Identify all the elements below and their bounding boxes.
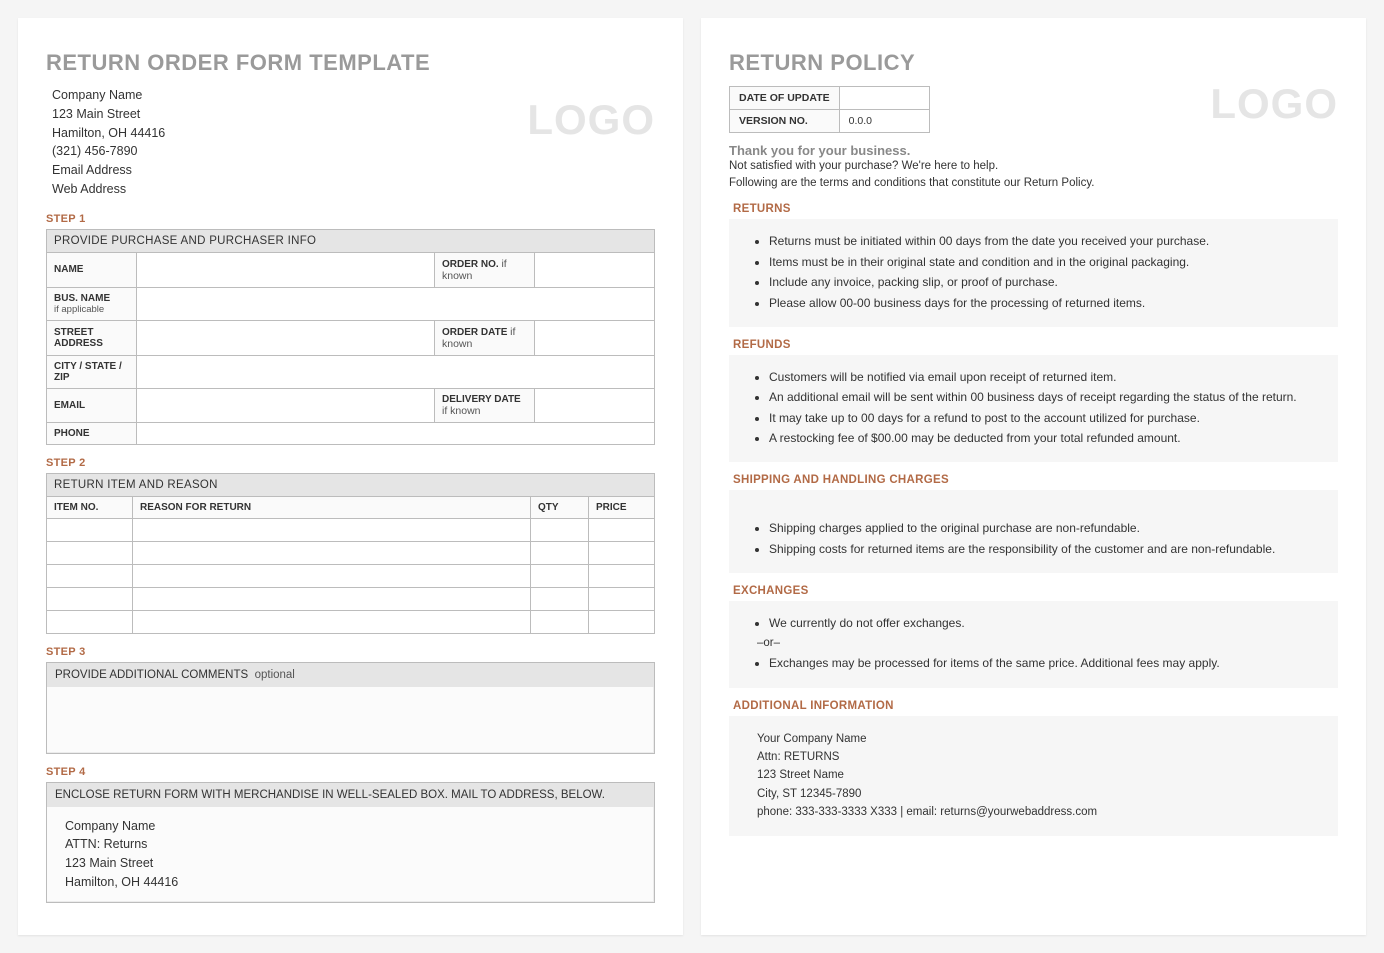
order-no-label: ORDER NO. if known: [435, 252, 535, 287]
list-item: Items must be in their original state an…: [769, 252, 1322, 272]
return-policy-page: RETURN POLICY LOGO DATE OF UPDATE VERSIO…: [701, 18, 1366, 935]
company-phone: (321) 456-7890: [52, 142, 655, 161]
order-no-input[interactable]: [535, 252, 655, 287]
refunds-block: Customers will be notified via email upo…: [729, 355, 1338, 463]
list-item: Please allow 00-00 business days for the…: [769, 293, 1322, 313]
page-title: RETURN POLICY: [729, 50, 1338, 76]
col-qty: QTY: [531, 496, 589, 518]
policy-meta-table: DATE OF UPDATE VERSION NO. 0.0.0: [729, 86, 930, 133]
list-item: An additional email will be sent within …: [769, 387, 1322, 407]
bus-name-label: BUS. NAMEif applicable: [47, 287, 137, 320]
date-of-update-value[interactable]: [839, 87, 929, 110]
street-label: STREET ADDRESS: [47, 320, 137, 355]
addl-line: phone: 333-333-3333 X333 | email: return…: [757, 803, 1310, 821]
exchanges-block: We currently do not offer exchanges. –or…: [729, 601, 1338, 687]
col-reason: REASON FOR RETURN: [133, 496, 531, 518]
company-web: Web Address: [52, 180, 655, 199]
version-no-label: VERSION NO.: [730, 110, 840, 133]
item-row[interactable]: [47, 610, 655, 633]
name-input[interactable]: [137, 252, 435, 287]
step-2-label: STEP 2: [46, 457, 655, 469]
comments-box: PROVIDE ADDITIONAL COMMENTS optional: [46, 662, 655, 754]
intro-text: Not satisfied with your purchase? We're …: [729, 158, 1338, 191]
additional-info-label: ADDITIONAL INFORMATION: [733, 700, 1338, 712]
email-input[interactable]: [137, 388, 435, 422]
item-row[interactable]: [47, 518, 655, 541]
comments-input[interactable]: [47, 687, 654, 753]
item-row[interactable]: [47, 541, 655, 564]
mail-line: Hamilton, OH 44416: [65, 873, 636, 892]
additional-info-block: Your Company Name Attn: RETURNS 123 Stre…: [729, 716, 1338, 836]
bus-name-input[interactable]: [137, 287, 655, 320]
refunds-label: REFUNDS: [733, 339, 1338, 351]
step-1-label: STEP 1: [46, 213, 655, 225]
csz-input[interactable]: [137, 355, 655, 388]
return-items-table: RETURN ITEM AND REASON ITEM NO. REASON F…: [46, 473, 655, 634]
phone-label: PHONE: [47, 422, 137, 444]
mail-line: ATTN: Returns: [65, 835, 636, 854]
col-item-no: ITEM NO.: [47, 496, 133, 518]
list-item: It may take up to 00 days for a refund t…: [769, 408, 1322, 428]
or-text: –or–: [757, 634, 1322, 654]
email-label: EMAIL: [47, 388, 137, 422]
logo-placeholder: LOGO: [527, 96, 655, 144]
list-item: Customers will be notified via email upo…: [769, 367, 1322, 387]
shipping-label: SHIPPING AND HANDLING CHARGES: [733, 474, 1338, 486]
mail-to-box: ENCLOSE RETURN FORM WITH MERCHANDISE IN …: [46, 782, 655, 903]
list-item: Shipping charges applied to the original…: [769, 518, 1322, 538]
addl-line: 123 Street Name: [757, 766, 1310, 784]
delivery-date-input[interactable]: [535, 388, 655, 422]
order-date-input[interactable]: [535, 320, 655, 355]
list-item: We currently do not offer exchanges.: [769, 613, 1322, 633]
list-item: Exchanges may be processed for items of …: [769, 653, 1322, 673]
street-input[interactable]: [137, 320, 435, 355]
mail-address: Company Name ATTN: Returns 123 Main Stre…: [47, 807, 654, 902]
page-title: RETURN ORDER FORM TEMPLATE: [46, 50, 655, 76]
step-2-header: RETURN ITEM AND REASON: [47, 473, 655, 496]
step-4-header: ENCLOSE RETURN FORM WITH MERCHANDISE IN …: [47, 783, 654, 807]
list-item: A restocking fee of $00.00 may be deduct…: [769, 428, 1322, 448]
date-of-update-label: DATE OF UPDATE: [730, 87, 840, 110]
exchanges-label: EXCHANGES: [733, 585, 1338, 597]
logo-placeholder: LOGO: [1210, 80, 1338, 128]
thanks-text: Thank you for your business.: [729, 143, 1338, 158]
addl-line: Your Company Name: [757, 730, 1310, 748]
step-1-header: PROVIDE PURCHASE AND PURCHASER INFO: [47, 229, 655, 252]
delivery-date-label: DELIVERY DATE if known: [435, 388, 535, 422]
step-3-header: PROVIDE ADDITIONAL COMMENTS optional: [47, 663, 654, 687]
returns-label: RETURNS: [733, 203, 1338, 215]
name-label: NAME: [47, 252, 137, 287]
item-row[interactable]: [47, 564, 655, 587]
item-row[interactable]: [47, 587, 655, 610]
step-3-label: STEP 3: [46, 646, 655, 658]
return-order-form-page: RETURN ORDER FORM TEMPLATE LOGO Company …: [18, 18, 683, 935]
version-no-value[interactable]: 0.0.0: [839, 110, 929, 133]
purchaser-info-table: PROVIDE PURCHASE AND PURCHASER INFO NAME…: [46, 229, 655, 445]
order-date-label: ORDER DATE if known: [435, 320, 535, 355]
mail-line: 123 Main Street: [65, 854, 636, 873]
addl-line: City, ST 12345-7890: [757, 785, 1310, 803]
returns-block: Returns must be initiated within 00 days…: [729, 219, 1338, 327]
list-item: Include any invoice, packing slip, or pr…: [769, 272, 1322, 292]
list-item: Shipping costs for returned items are th…: [769, 539, 1322, 559]
list-item: Returns must be initiated within 00 days…: [769, 231, 1322, 251]
company-email: Email Address: [52, 161, 655, 180]
mail-line: Company Name: [65, 817, 636, 836]
shipping-block: Shipping charges applied to the original…: [729, 490, 1338, 573]
phone-input[interactable]: [137, 422, 655, 444]
col-price: PRICE: [589, 496, 655, 518]
step-4-label: STEP 4: [46, 766, 655, 778]
addl-line: Attn: RETURNS: [757, 748, 1310, 766]
csz-label: CITY / STATE / ZIP: [47, 355, 137, 388]
